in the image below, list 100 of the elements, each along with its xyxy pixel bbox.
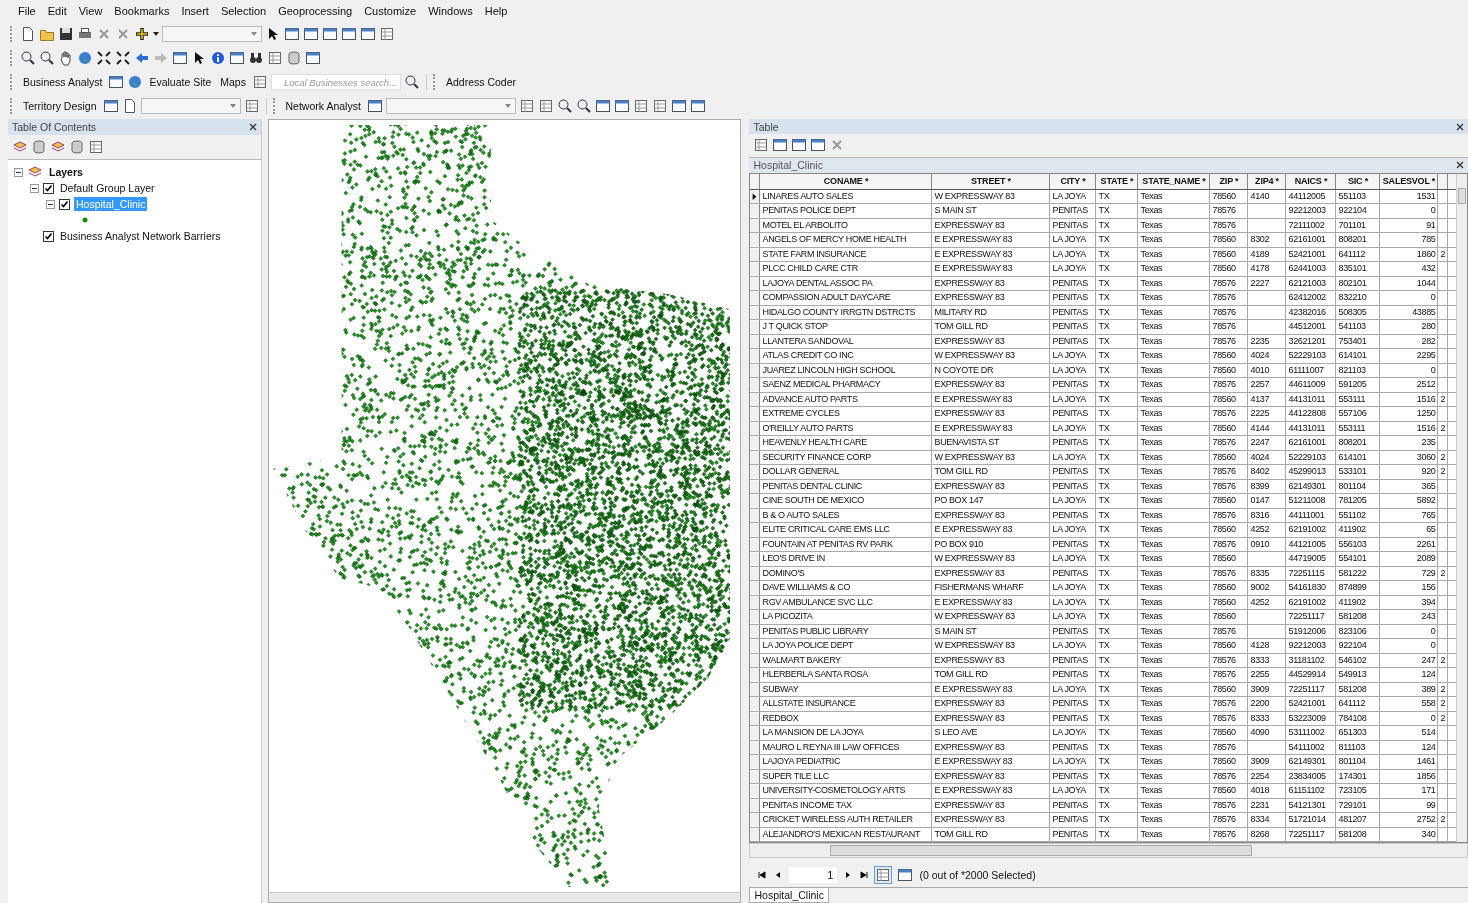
table-icon[interactable] <box>251 74 268 90</box>
page-icon[interactable] <box>20 26 36 42</box>
table-icon[interactable] <box>632 98 649 114</box>
magnifier-icon[interactable] <box>20 50 36 66</box>
table-cell: 411902 <box>1336 523 1381 537</box>
first-record-icon[interactable] <box>757 869 768 880</box>
globe-icon[interactable] <box>77 50 93 66</box>
window-icon[interactable] <box>670 98 687 114</box>
table-icon[interactable] <box>379 26 395 42</box>
window-icon[interactable] <box>689 98 706 114</box>
database-icon[interactable] <box>286 50 302 66</box>
menu-item[interactable]: View <box>72 5 109 17</box>
search-icon[interactable] <box>403 74 420 90</box>
extent-icon[interactable] <box>96 50 112 66</box>
window-icon[interactable] <box>613 98 630 114</box>
hand-icon[interactable] <box>58 50 74 66</box>
menu-item[interactable]: Insert <box>175 5 215 17</box>
window-icon[interactable] <box>897 866 914 883</box>
scrollbar-thumb[interactable] <box>830 845 1253 857</box>
record-field[interactable]: 1 <box>789 866 838 883</box>
window-icon[interactable] <box>810 137 827 154</box>
collapse-icon[interactable] <box>14 167 23 177</box>
menu-item[interactable]: Selection <box>214 5 273 17</box>
table-cell: EXPRESSWAY 83 <box>932 653 1051 668</box>
table-icon[interactable] <box>518 98 535 114</box>
search-field[interactable]: Local Businesses search... <box>270 74 401 90</box>
network-analyst-menu[interactable]: Network Analyst <box>282 100 364 112</box>
column-header[interactable]: SALESVOL * <box>1380 173 1439 189</box>
column-header[interactable]: ZIP4 * <box>1248 173 1287 189</box>
binoculars-icon[interactable] <box>248 50 264 66</box>
layer-name[interactable]: Layers <box>47 165 85 179</box>
table-icon[interactable] <box>651 98 668 114</box>
table-icon[interactable] <box>537 98 554 114</box>
checkbox[interactable] <box>43 182 54 194</box>
close-icon[interactable] <box>1456 161 1464 170</box>
close-icon[interactable] <box>1456 122 1464 131</box>
add-data-icon[interactable] <box>134 26 150 42</box>
maps-menu[interactable]: Maps <box>217 76 249 88</box>
menu-item[interactable]: Customize <box>358 5 423 17</box>
magnifier-icon[interactable] <box>575 98 592 114</box>
territory-design-menu[interactable]: Territory Design <box>20 100 100 112</box>
menu-item[interactable]: Edit <box>41 5 73 17</box>
back-arrow-icon[interactable] <box>134 50 150 66</box>
checkbox[interactable] <box>59 198 70 210</box>
window-icon[interactable] <box>108 74 125 90</box>
column-header[interactable]: STATE_NAME * <box>1138 173 1211 189</box>
collapse-icon[interactable] <box>46 199 55 209</box>
business-analyst-menu[interactable]: Business Analyst <box>20 76 106 88</box>
table-icon[interactable] <box>875 866 892 883</box>
column-header[interactable]: SIC * <box>1336 173 1381 189</box>
layer-name[interactable]: Business Analyst Network Barriers <box>58 229 223 243</box>
row-selector[interactable] <box>750 189 761 204</box>
globe-icon[interactable] <box>127 74 144 90</box>
menu-item[interactable]: Help <box>478 5 514 17</box>
extent-icon[interactable] <box>115 50 131 66</box>
table-cell: SAENZ MEDICAL PHARMACY <box>760 378 933 392</box>
info-icon[interactable] <box>210 50 226 66</box>
magnifier-icon[interactable] <box>556 98 573 114</box>
window-icon[interactable] <box>303 26 319 42</box>
close-icon[interactable] <box>249 123 258 131</box>
column-header[interactable]: CITY * <box>1050 173 1097 189</box>
table-icon[interactable] <box>88 139 104 155</box>
table-tab[interactable]: Hospital_Clinic <box>749 888 829 903</box>
menu-item[interactable]: File <box>12 5 42 17</box>
magnifier-icon[interactable] <box>39 50 55 66</box>
window-icon[interactable] <box>229 50 245 66</box>
menu-item[interactable]: Windows <box>422 5 479 17</box>
window-icon[interactable] <box>366 98 383 114</box>
last-record-icon[interactable] <box>859 869 870 880</box>
window-icon[interactable] <box>341 26 357 42</box>
evaluate-site-menu[interactable]: Evaluate Site <box>146 76 215 88</box>
window-icon[interactable] <box>772 137 789 154</box>
caret-icon[interactable] <box>153 32 159 36</box>
window-icon[interactable] <box>322 26 338 42</box>
window-icon[interactable] <box>284 26 300 42</box>
table-icon[interactable] <box>267 50 283 66</box>
table-cell: 78576 <box>1210 668 1249 682</box>
window-icon[interactable] <box>791 137 808 154</box>
table-icon[interactable] <box>243 98 260 114</box>
window-icon[interactable] <box>594 98 611 114</box>
menu-item[interactable]: Geoprocessing <box>272 5 359 17</box>
window-icon[interactable] <box>360 26 376 42</box>
address-coder-menu[interactable]: Address Coder <box>442 76 536 88</box>
table-icon[interactable] <box>753 137 770 154</box>
checkbox[interactable] <box>43 230 54 242</box>
column-header[interactable]: STATE * <box>1096 173 1139 189</box>
column-header[interactable]: STREET * <box>932 173 1051 189</box>
collapse-icon[interactable] <box>30 183 39 193</box>
column-header[interactable]: CONAME * <box>760 173 933 189</box>
layer-name[interactable]: Default Group Layer <box>58 181 157 195</box>
column-header[interactable]: NAICS * <box>1286 173 1337 189</box>
column-header[interactable]: ZIP * <box>1210 173 1249 189</box>
scrollbar-thumb[interactable] <box>1458 187 1466 204</box>
window-icon[interactable] <box>172 50 188 66</box>
window-icon[interactable] <box>305 50 321 66</box>
window-icon[interactable] <box>102 98 119 114</box>
menu-item[interactable]: Bookmarks <box>108 5 176 17</box>
database-icon[interactable] <box>69 139 85 155</box>
database-icon[interactable] <box>31 139 47 155</box>
horizontal-scrollbar[interactable] <box>269 892 741 902</box>
